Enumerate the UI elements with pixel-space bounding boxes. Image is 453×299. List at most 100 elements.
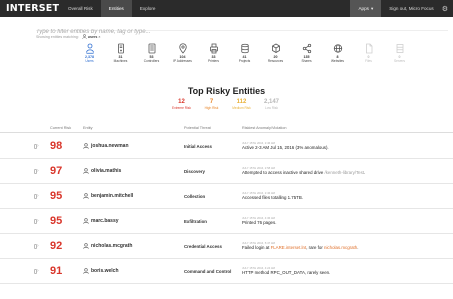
table-row[interactable]: › 98 joshua.newman Initial Access JULY 1… (0, 134, 453, 159)
risk-score: 92 (50, 240, 63, 252)
settings-icon[interactable]: ⚙ (442, 5, 453, 13)
table-row[interactable]: › 97 olivia.mathis Discovery JULY 15TH 2… (0, 159, 453, 184)
close-icon[interactable]: × (98, 35, 100, 39)
header-entity[interactable]: Entity (83, 126, 184, 130)
anomaly-description: Accessed files totalling 1.75TB. (242, 195, 442, 200)
filter-chip-users[interactable]: users × (82, 34, 100, 39)
type-printers[interactable]: 33 Printers (198, 42, 229, 63)
stat-medium[interactable]: 112 Medium Risk (231, 99, 253, 110)
sign-out-link[interactable]: Sign out, Micro Focus (381, 6, 441, 11)
type-shares[interactable]: 135 Shares (291, 42, 322, 63)
projects-icon (240, 43, 249, 54)
anomaly-description: Attempted to access inactive shared driv… (242, 170, 442, 175)
anomaly-description: HTTP method RPC_OUT_DATA, rarely seen. (242, 270, 442, 275)
highlighted-text[interactable]: FLARE.interset.lnt (271, 245, 307, 250)
type-controllers[interactable]: 53 Controllers (136, 42, 167, 63)
type-servers[interactable]: 0 Servers (384, 42, 415, 63)
chevron-right-icon[interactable]: › (37, 168, 50, 174)
stat-label: Medium Risk (232, 105, 251, 110)
machines-icon (117, 43, 124, 54)
table-row[interactable]: › 92 nicholas.mcgrath Credential Access … (0, 234, 453, 259)
nav-entities[interactable]: Entities (100, 0, 132, 17)
description-text: . (357, 245, 359, 251)
type-label: Printers (208, 59, 219, 63)
potential-threat: Exfiltration (184, 218, 207, 224)
entity-search (36, 20, 448, 38)
riskiest-anomaly: JULY 15TH 2016, 4:24 AM HTTP method RPC_… (242, 266, 442, 275)
user-icon (83, 243, 89, 249)
type-resources[interactable]: 20 Resources (260, 42, 291, 63)
entity-cell[interactable]: boris.welch (83, 268, 184, 274)
riskiest-anomaly: JULY 15TH 2016, 2:46 AM Active 2-3 AM Ju… (242, 141, 442, 150)
entity-name: benjamin.mitchell (91, 193, 134, 199)
anomaly-description: Active 2-3 AM Jul 15, 2016 (3% anomalous… (242, 145, 442, 150)
nav-overall-risk[interactable]: Overall Risk (60, 0, 101, 17)
nav-explore[interactable]: Explore (132, 0, 164, 17)
user-icon (83, 168, 89, 174)
riskiest-anomaly: JULY 15TH 2016, 2:46 AM Accessed files t… (242, 191, 442, 200)
active-filters: Showing entities matching: users × (36, 34, 100, 39)
app-logo[interactable]: INTERSET (0, 3, 60, 14)
entity-cell[interactable]: olivia.mathis (83, 168, 184, 174)
type-projects[interactable]: 41 Projects (229, 42, 260, 63)
entity-name: marc.bassy (91, 218, 119, 224)
potential-threat: Discovery (184, 168, 205, 174)
header-current-risk[interactable]: Current Risk (50, 126, 83, 130)
filter-chip-label: users (87, 34, 98, 39)
header-riskiest-anomaly[interactable]: Riskiest Anomaly/Violation (242, 126, 442, 130)
type-label: Users (85, 59, 94, 63)
type-label: Machines (113, 59, 128, 63)
chevron-right-icon[interactable]: › (37, 143, 50, 149)
type-users[interactable]: 2,378 Users (74, 42, 105, 63)
type-label: Projects (238, 59, 251, 63)
risk-score: 98 (50, 140, 63, 152)
table-row[interactable]: › 95 benjamin.mitchell Collection JULY 1… (0, 184, 453, 209)
user-icon (83, 218, 89, 224)
entity-name: boris.welch (91, 268, 119, 274)
stat-label: High Risk (204, 105, 219, 110)
stat-extreme[interactable]: 12 Extreme Risk (171, 99, 193, 110)
chevron-right-icon[interactable]: › (37, 268, 50, 274)
type-label: Files (365, 59, 372, 63)
top-nav-bar: INTERSET Overall Risk Entities Explore A… (0, 0, 453, 17)
anomaly-description: Failed login at FLARE.interset.lnt, rare… (242, 245, 442, 250)
page-title: Top Risky Entities (187, 86, 266, 96)
table-row[interactable]: › 95 marc.bassy Exfiltration JULY 15TH 2… (0, 209, 453, 234)
type-label: Resources (267, 59, 284, 63)
description-text: Printed 76 pages. (242, 220, 277, 226)
type-websites[interactable]: 8 Websites (322, 42, 353, 63)
websites-icon (333, 44, 342, 53)
chevron-right-icon[interactable]: › (37, 218, 50, 224)
resources-icon (271, 43, 280, 53)
type-machines[interactable]: 31 Machines (105, 42, 136, 63)
user-icon (83, 143, 89, 149)
entity-name: nicholas.mcgrath (91, 243, 133, 249)
description-text: Attempted to access inactive shared driv… (242, 170, 325, 176)
table-row[interactable]: › 91 boris.welch Command and Control JUL… (0, 259, 453, 284)
filters-label: Showing entities matching: (36, 34, 79, 39)
description-text: HTTP method RPC_OUT_DATA, rarely seen. (242, 270, 331, 276)
entity-cell[interactable]: joshua.newman (83, 143, 184, 149)
main-nav: Overall Risk Entities Explore (60, 0, 163, 17)
entity-cell[interactable]: benjamin.mitchell (83, 193, 184, 199)
description-text: . (364, 170, 366, 176)
type-ip-addresses[interactable]: 104 IP Addresses (167, 42, 198, 63)
potential-threat: Collection (184, 193, 206, 199)
stat-high[interactable]: 7 High Risk (201, 99, 223, 110)
stat-low[interactable]: 2,147 Low Risk (261, 99, 283, 110)
riskiest-anomaly: JULY 15TH 2016, 4:36 AM Printed 76 pages… (242, 216, 442, 226)
entity-cell[interactable]: marc.bassy (83, 218, 184, 224)
riskiest-anomaly: JULY 15TH 2016, 5:47 AM Failed login at … (242, 241, 442, 250)
user-icon (83, 193, 89, 199)
header-potential-threat[interactable]: Potential Threat (184, 126, 242, 130)
apps-menu-button[interactable]: Apps ▾ (350, 0, 382, 17)
stat-label: Extreme Risk (172, 105, 191, 110)
description-text: Failed login at (242, 245, 271, 251)
entity-name: olivia.mathis (91, 168, 122, 174)
chevron-right-icon[interactable]: › (37, 243, 50, 249)
type-files[interactable]: 0 Files (353, 42, 384, 63)
entity-name: joshua.newman (91, 143, 129, 149)
chevron-right-icon[interactable]: › (37, 193, 50, 199)
entity-cell[interactable]: nicholas.mcgrath (83, 243, 184, 249)
highlighted-text[interactable]: nicholas.mcgrath (324, 245, 357, 250)
